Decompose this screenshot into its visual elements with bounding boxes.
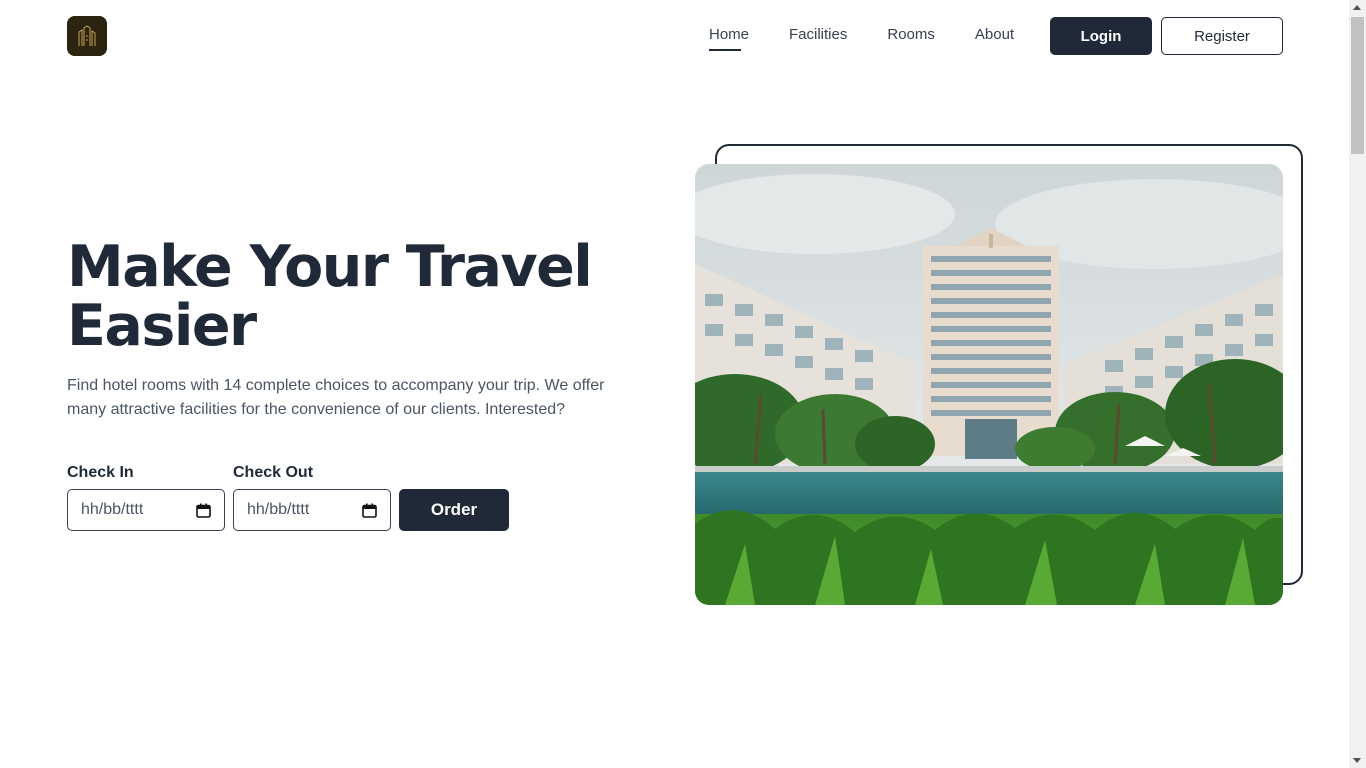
nav-facilities-link[interactable]: Facilities xyxy=(789,24,847,48)
calendar-icon[interactable] xyxy=(196,503,211,518)
scroll-up-arrow-icon[interactable] xyxy=(1353,5,1361,10)
order-button[interactable]: Order xyxy=(399,489,509,531)
main-nav: Home Facilities Rooms About xyxy=(709,24,1014,51)
calendar-icon[interactable] xyxy=(362,503,377,518)
check-in-label: Check In xyxy=(67,464,134,481)
hero-title-line-1: Make Your Travel xyxy=(67,234,593,300)
login-button[interactable]: Login xyxy=(1050,17,1152,55)
check-in-date-input[interactable]: hh/bb/tttt xyxy=(67,489,225,531)
check-out-placeholder: hh/bb/tttt xyxy=(247,501,310,518)
hotel-logo-icon[interactable] xyxy=(67,16,107,56)
hero-title-line-2: Easier xyxy=(67,293,257,359)
nav-rooms-link[interactable]: Rooms xyxy=(887,24,935,48)
hotel-resort-photo xyxy=(695,164,1283,605)
check-out-field: Check Out hh/bb/tttt xyxy=(233,463,391,531)
nav-home-link[interactable]: Home xyxy=(709,24,749,51)
vertical-scrollbar[interactable] xyxy=(1349,0,1366,768)
hero-description: Find hotel rooms with 14 complete choice… xyxy=(67,377,605,418)
check-in-field: Check In hh/bb/tttt xyxy=(67,463,225,531)
check-in-placeholder: hh/bb/tttt xyxy=(81,501,144,518)
landing-page: Home Facilities Rooms About Login Regist… xyxy=(0,0,1366,768)
check-out-date-input[interactable]: hh/bb/tttt xyxy=(233,489,391,531)
nav-about-link[interactable]: About xyxy=(975,24,1014,48)
hero-title: Make Your Travel Easier xyxy=(67,238,667,356)
scroll-thumb[interactable] xyxy=(1351,17,1364,154)
check-out-label: Check Out xyxy=(233,464,314,481)
register-button[interactable]: Register xyxy=(1161,17,1283,55)
scroll-down-arrow-icon[interactable] xyxy=(1353,758,1361,763)
